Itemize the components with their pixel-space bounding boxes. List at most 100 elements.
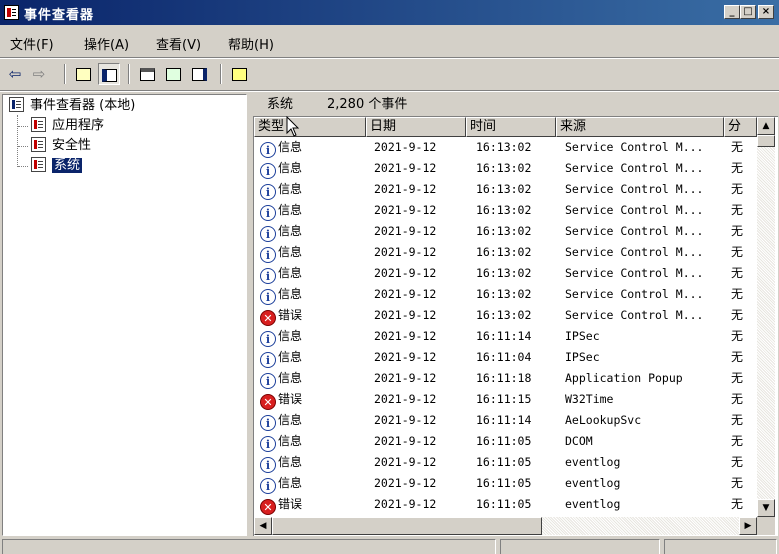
refresh-icon[interactable] (162, 63, 184, 85)
scrollbar-corner (757, 517, 775, 535)
category-cell: 无 (731, 455, 744, 469)
table-row[interactable]: i 信息 2021-9-12 16:11:04 IPSec 无 (254, 347, 757, 368)
time-cell: 16:13:02 (476, 287, 532, 301)
toolbar: ⇦ ⇨ (0, 60, 779, 88)
menu-view[interactable]: 查看(V) (156, 34, 201, 53)
status-pane-2 (500, 539, 660, 554)
scroll-left-icon[interactable]: ◀ (254, 517, 272, 535)
menu-help[interactable]: 帮助(H) (228, 34, 274, 53)
tree-item-security[interactable]: 安全性 (31, 137, 91, 155)
date-cell: 2021-9-12 (374, 161, 437, 175)
table-row[interactable]: i 信息 2021-9-12 16:13:02 Service Control M...… (254, 284, 757, 305)
source-cell: IPSec (565, 329, 600, 343)
table-row[interactable]: i 信息 2021-9-12 16:13:02 Service Control M...… (254, 137, 757, 158)
close-button[interactable]: × (758, 5, 774, 19)
category-cell: 无 (731, 266, 744, 280)
table-row[interactable]: ✕ 错误 2021-9-12 16:11:15 W32Time 无 (254, 389, 757, 410)
time-cell: 16:11:14 (476, 413, 532, 427)
source-cell: Service Control M... (565, 245, 704, 259)
source-cell: eventlog (565, 455, 621, 469)
tree-root[interactable]: 事件查看器 (本地) (9, 97, 135, 115)
table-row[interactable]: i 信息 2021-9-12 16:13:02 Service Control M...… (254, 200, 757, 221)
info-icon: i (260, 373, 276, 389)
export-list-icon[interactable] (188, 63, 210, 85)
tree-connector (17, 115, 18, 167)
toolbar-separator (128, 64, 130, 84)
table-row[interactable]: i 信息 2021-9-12 16:13:02 Service Control M...… (254, 242, 757, 263)
category-cell: 无 (731, 161, 744, 175)
table-row[interactable]: ✕ 错误 2021-9-12 16:13:02 Service Control M...… (254, 305, 757, 326)
table-row[interactable]: i 信息 2021-9-12 16:11:14 IPSec 无 (254, 326, 757, 347)
forward-icon[interactable]: ⇨ (28, 63, 50, 85)
table-row[interactable]: i 信息 2021-9-12 16:11:05 DCOM 无 (254, 431, 757, 452)
vertical-scrollbar[interactable]: ▲ ▼ (757, 117, 775, 517)
event-viewer-icon (9, 97, 24, 112)
time-cell: 16:11:05 (476, 476, 532, 490)
source-cell: W32Time (565, 392, 614, 406)
table-row[interactable]: ✕ 错误 2021-9-12 16:11:05 eventlog 无 (254, 494, 757, 515)
horizontal-scrollbar[interactable]: ◀ ▶ (254, 517, 757, 535)
type-cell: i 信息 (260, 158, 366, 179)
status-pane-main (2, 539, 496, 554)
scroll-up-icon[interactable]: ▲ (757, 117, 775, 135)
toolbar-separator (64, 64, 66, 84)
tree-root-label: 事件查看器 (本地) (30, 98, 136, 113)
title-bar[interactable]: 事件查看器 _ □ × (0, 0, 779, 25)
properties-icon[interactable] (136, 63, 158, 85)
info-icon: i (260, 205, 276, 221)
table-row[interactable]: i 信息 2021-9-12 16:13:02 Service Control M...… (254, 158, 757, 179)
maximize-button[interactable]: □ (740, 5, 756, 19)
type-label: 信息 (278, 266, 303, 280)
up-folder-icon[interactable] (72, 63, 94, 85)
date-cell: 2021-9-12 (374, 308, 437, 322)
table-row[interactable]: i 信息 2021-9-12 16:11:18 Application Popup 无 (254, 368, 757, 389)
category-cell: 无 (731, 350, 744, 364)
column-header-category[interactable]: 分 (724, 117, 757, 137)
table-row[interactable]: i 信息 2021-9-12 16:11:14 AeLookupSvc 无 (254, 410, 757, 431)
source-cell: eventlog (565, 497, 621, 511)
vertical-scroll-thumb[interactable] (757, 135, 775, 147)
type-cell: i 信息 (260, 368, 366, 389)
type-cell: i 信息 (260, 410, 366, 431)
category-cell: 无 (731, 497, 744, 511)
category-cell: 无 (731, 308, 744, 322)
date-cell: 2021-9-12 (374, 497, 437, 511)
source-cell: Service Control M... (565, 266, 704, 280)
help-icon[interactable] (228, 63, 250, 85)
scroll-right-icon[interactable]: ▶ (739, 517, 757, 535)
type-cell: i 信息 (260, 431, 366, 452)
type-label: 错误 (278, 392, 303, 406)
scroll-down-icon[interactable]: ▼ (757, 499, 775, 517)
category-cell: 无 (731, 413, 744, 427)
table-row[interactable]: i 信息 2021-9-12 16:11:05 eventlog 无 (254, 473, 757, 494)
back-icon[interactable]: ⇦ (4, 63, 26, 85)
column-header-time[interactable]: 时间 (466, 117, 556, 137)
menu-file[interactable]: 文件(F) (10, 34, 54, 53)
column-header-type[interactable]: 类型 (254, 117, 366, 137)
info-icon: i (260, 436, 276, 452)
minimize-button[interactable]: _ (724, 5, 740, 19)
menu-divider (0, 57, 779, 59)
column-header-date[interactable]: 日期 (366, 117, 466, 137)
category-cell: 无 (731, 371, 744, 385)
time-cell: 16:11:15 (476, 392, 532, 406)
tree-item-application[interactable]: 应用程序 (31, 117, 104, 135)
table-row[interactable]: i 信息 2021-9-12 16:11:05 eventlog 无 (254, 452, 757, 473)
table-row[interactable]: i 信息 2021-9-12 16:13:02 Service Control M...… (254, 179, 757, 200)
type-label: 信息 (278, 455, 303, 469)
type-label: 错误 (278, 308, 303, 322)
time-cell: 16:13:02 (476, 308, 532, 322)
tree-item-system[interactable]: 系统 (31, 157, 83, 175)
menu-action[interactable]: 操作(A) (84, 34, 129, 53)
time-cell: 16:13:02 (476, 245, 532, 259)
time-cell: 16:11:04 (476, 350, 532, 364)
horizontal-scroll-thumb[interactable] (272, 517, 542, 535)
table-row[interactable]: i 信息 2021-9-12 16:13:02 Service Control M...… (254, 221, 757, 242)
type-label: 信息 (278, 140, 303, 154)
table-row[interactable]: i 信息 2021-9-12 16:13:02 Service Control M...… (254, 263, 757, 284)
column-header-source[interactable]: 来源 (556, 117, 724, 137)
type-label: 信息 (278, 245, 303, 259)
menu-bar: 文件(F) 操作(A) 查看(V) 帮助(H) (0, 30, 779, 56)
show-hide-tree-icon[interactable] (98, 63, 120, 85)
source-cell: Application Popup (565, 371, 683, 385)
